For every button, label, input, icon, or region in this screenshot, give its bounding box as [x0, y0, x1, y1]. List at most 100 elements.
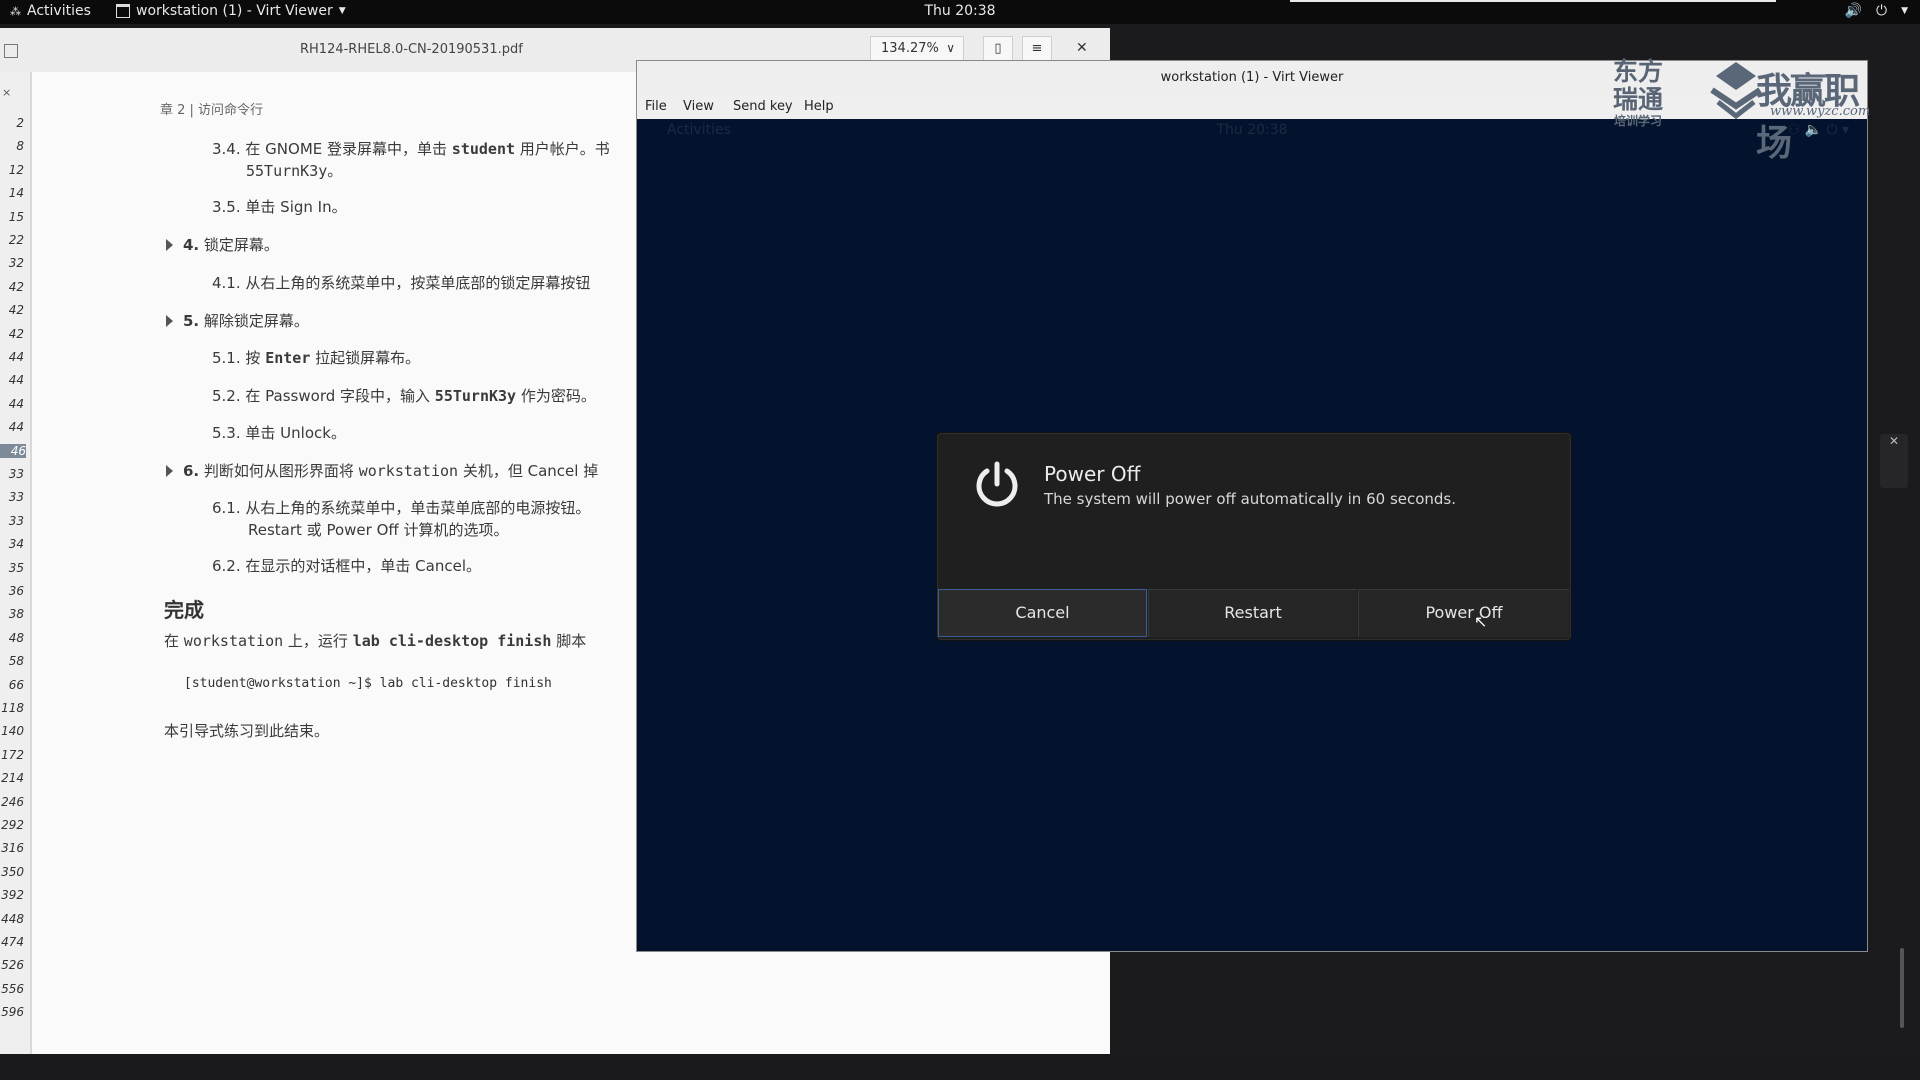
page-number-item[interactable]: 316	[0, 841, 24, 855]
page-number-item[interactable]: 172	[0, 748, 24, 762]
restart-button[interactable]: Restart	[1148, 589, 1357, 637]
page-number-item[interactable]: 66	[0, 678, 24, 692]
activities-button[interactable]: ⁂ Activities	[10, 3, 91, 19]
step-number: 3.4.	[212, 140, 241, 158]
step-number: 6.	[183, 462, 200, 480]
page-number-item[interactable]: 140	[0, 724, 24, 738]
page-number-item[interactable]: 46	[0, 443, 26, 458]
page-number-item[interactable]: 44	[0, 373, 24, 387]
expand-caret-icon[interactable]	[166, 315, 173, 327]
chevron-down-icon: ▼	[1901, 6, 1908, 16]
menu-icon: ≡	[1031, 41, 1043, 56]
hamburger-menu-button[interactable]: ≡	[1022, 36, 1052, 62]
step-text: Restart 或 Power Off 计算机的选项。	[248, 521, 509, 539]
page-number-item[interactable]: 22	[0, 233, 24, 247]
document-icon: ▯	[994, 41, 1002, 56]
page-number-item[interactable]: 392	[0, 888, 24, 902]
page-number-item[interactable]: 474	[0, 935, 24, 949]
watermark-text: 瑞通	[1612, 85, 1663, 114]
page-number-item[interactable]: 42	[0, 327, 24, 341]
page-number-item[interactable]: 14	[0, 186, 24, 200]
menu-view[interactable]: View	[683, 99, 714, 114]
bottom-strip	[0, 1054, 1920, 1080]
window-icon	[116, 4, 130, 18]
page-number-item[interactable]: 526	[0, 958, 24, 972]
guest-activities: Activities	[667, 122, 731, 138]
watermark-url: www.wyzc.com	[1770, 104, 1871, 119]
page-number-item[interactable]: 44	[0, 420, 24, 434]
close-button[interactable]: ✕	[1076, 40, 1088, 56]
expand-caret-icon[interactable]	[166, 239, 173, 251]
power-icon	[970, 458, 1024, 516]
page-number-item[interactable]: 246	[0, 795, 24, 809]
page-number-item[interactable]: 2	[0, 116, 24, 130]
page-number-item[interactable]: 33	[0, 514, 24, 528]
step-text: 单击 Sign In。	[245, 198, 347, 216]
page-number-item[interactable]: 48	[0, 631, 24, 645]
scrollbar[interactable]	[1900, 948, 1904, 1028]
guest-top-bar: Activities Thu 20:38 ⚇ 🔈 ⏻ ▾	[637, 119, 1867, 141]
cancel-button[interactable]: Cancel	[938, 589, 1147, 637]
page-number-item[interactable]: 58	[0, 654, 24, 668]
page-number-item[interactable]: 42	[0, 303, 24, 317]
command-block: [student@workstation ~]$ lab cli-desktop…	[184, 676, 552, 691]
mouse-cursor-icon: ↖	[1474, 612, 1488, 631]
side-close-tab[interactable]: ✕	[1880, 434, 1908, 488]
step-number: 6.2.	[212, 557, 241, 575]
progress-line	[1290, 0, 1776, 2]
clock[interactable]: Thu 20:38	[924, 3, 995, 19]
power-icon: ⏻	[1876, 3, 1888, 19]
page-number-item[interactable]: 448	[0, 912, 24, 926]
step-text: 在 GNOME 登录屏幕中，单击	[245, 140, 448, 158]
sidebar-toggle-icon[interactable]	[4, 44, 18, 58]
step-number: 5.	[183, 312, 200, 330]
watermark-text: 培训学习	[1613, 114, 1662, 128]
window-title: workstation (1) - Virt Viewer	[1160, 70, 1344, 85]
page-number-item[interactable]: 34	[0, 537, 24, 551]
page-number-item[interactable]: 15	[0, 210, 24, 224]
page-view-button[interactable]: ▯	[983, 36, 1013, 62]
page-number-item[interactable]: 44	[0, 397, 24, 411]
page-number-item[interactable]: 44	[0, 350, 24, 364]
close-icon: ✕	[1888, 434, 1900, 448]
expand-caret-icon[interactable]	[166, 465, 173, 477]
collapse-icon[interactable]: ×	[2, 86, 11, 99]
menu-file[interactable]: File	[645, 99, 667, 114]
chapter-header: 章 2 | 访问命令行	[160, 103, 264, 118]
step-number: 6.1.	[212, 499, 241, 517]
page-number-item[interactable]: 596	[0, 1005, 24, 1019]
page-number-item[interactable]: 292	[0, 818, 24, 832]
page-number-item[interactable]: 8	[0, 139, 24, 153]
step-number: 4.1.	[212, 274, 241, 292]
page-number-item[interactable]: 214	[0, 771, 24, 785]
zoom-select[interactable]: 134.27% ∨	[870, 36, 964, 62]
watermark-logo-right: 我赢职场 www.wyzc.com	[1706, 56, 1890, 164]
body-text: 在	[164, 632, 180, 650]
code-inline: workstation	[183, 632, 284, 650]
step-number: 5.1.	[212, 349, 241, 367]
page-number-item[interactable]: 38	[0, 607, 24, 621]
page-number-item[interactable]: 118	[0, 701, 24, 715]
menu-help[interactable]: Help	[804, 99, 834, 114]
power-off-button[interactable]: Power Off	[1358, 589, 1569, 637]
page-number-item[interactable]: 12	[0, 163, 24, 177]
chevron-down-icon: ∨	[946, 41, 955, 55]
page-number-item[interactable]: 556	[0, 982, 24, 996]
page-number-item[interactable]: 33	[0, 467, 24, 481]
watermark-text: 东方	[1612, 57, 1663, 86]
step-text: 解除锁定屏幕。	[203, 312, 309, 330]
page-number-item[interactable]: 32	[0, 256, 24, 270]
section-heading: 完成	[164, 598, 204, 622]
step-text: 在显示的对话框中，单击 Cancel。	[245, 557, 481, 575]
menu-send-key[interactable]: Send key	[733, 99, 793, 114]
close-icon: ✕	[1076, 40, 1088, 56]
page-number-item[interactable]: 350	[0, 865, 24, 879]
page-number-item[interactable]: 42	[0, 280, 24, 294]
app-menu[interactable]: workstation (1) - Virt Viewer ▼	[116, 3, 346, 19]
page-number-item[interactable]: 36	[0, 584, 24, 598]
password-text: 55TurnK3y。	[246, 162, 343, 180]
page-number-item[interactable]: 35	[0, 561, 24, 575]
virt-viewer-titlebar[interactable]: workstation (1) - Virt Viewer	[637, 61, 1867, 96]
system-tray[interactable]: 🔊 ⏻ ▼	[1845, 3, 1908, 19]
page-number-item[interactable]: 33	[0, 490, 24, 504]
